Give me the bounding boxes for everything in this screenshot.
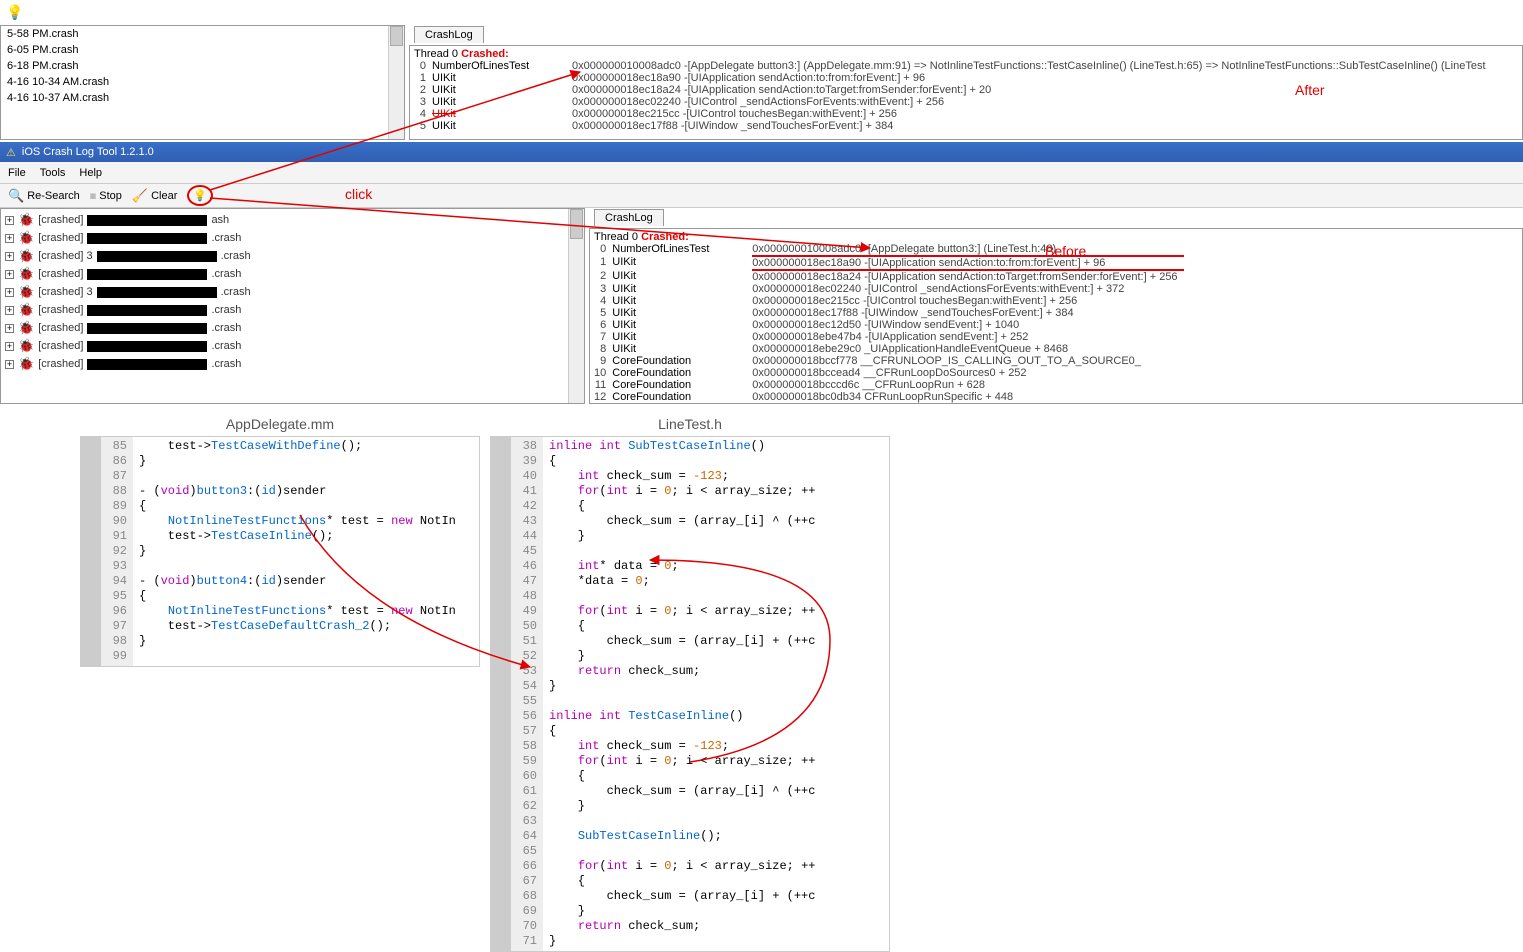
bulb-icon: 💡	[193, 190, 207, 202]
tree-item[interactable]: +🐞[crashed] .crash	[5, 301, 580, 319]
file-list-item[interactable]: 6-18 PM.crash	[1, 58, 404, 74]
bug-icon: 🐞	[18, 302, 34, 318]
bug-icon: 🐞	[18, 248, 34, 264]
redacted	[97, 287, 217, 298]
stack-row[interactable]: 8UIKit0x000000018ebe29c0 _UIApplicationH…	[594, 343, 1184, 355]
redacted	[87, 341, 207, 352]
stack-row[interactable]: 7UIKit0x000000018ebe47b4 -[UIApplication…	[594, 331, 1184, 343]
stack-row[interactable]: 0NumberOfLinesTest0x000000010008adc0 -[A…	[414, 60, 1492, 72]
src2-filename: LineTest.h	[490, 416, 890, 432]
bug-icon: 🐞	[18, 320, 34, 336]
expand-icon[interactable]: +	[5, 288, 14, 297]
bug-icon: 🐞	[18, 212, 34, 228]
redacted	[87, 359, 207, 370]
stack-row[interactable]: 3UIKit0x000000018ec02240 -[UIControl _se…	[594, 283, 1184, 295]
crash-tree-pane: +🐞[crashed] ash+🐞[crashed] .crash+🐞[cras…	[0, 208, 585, 404]
stack-row[interactable]: 2UIKit0x000000018ec18a24 -[UIApplication…	[414, 84, 1492, 96]
tree-item[interactable]: +🐞[crashed] 3.crash	[5, 247, 580, 265]
tree-item[interactable]: +🐞[crashed] 3.crash	[5, 283, 580, 301]
stack-row[interactable]: 5UIKit0x000000018ec17f88 -[UIWindow _sen…	[594, 307, 1184, 319]
expand-icon[interactable]: +	[5, 216, 14, 225]
bug-icon: 🐞	[18, 338, 34, 354]
file-list-pane: 5-58 PM.crash6-05 PM.crash6-18 PM.crash4…	[0, 25, 405, 140]
bulb-icon[interactable]: 💡	[6, 4, 23, 20]
bug-icon: 🐞	[18, 356, 34, 372]
expand-icon[interactable]: +	[5, 360, 14, 369]
redacted	[87, 215, 207, 226]
file-list-item[interactable]: 6-05 PM.crash	[1, 42, 404, 58]
menu-help[interactable]: Help	[79, 167, 102, 179]
bug-icon: 🐞	[18, 266, 34, 282]
expand-icon[interactable]: +	[5, 234, 14, 243]
tab-crashlog[interactable]: CrashLog	[414, 26, 484, 43]
after-crashlog-pane: CrashLog Thread 0 Crashed: 0NumberOfLine…	[409, 45, 1523, 140]
toolbar: 🔍Re-Search ⏹Stop 🧹Clear 💡	[0, 184, 1523, 208]
redacted	[87, 323, 207, 334]
stack-row[interactable]: 6UIKit0x000000018ec12d50 -[UIWindow send…	[594, 319, 1184, 331]
file-list-item[interactable]: 5-58 PM.crash	[1, 26, 404, 42]
tree-item[interactable]: +🐞[crashed] .crash	[5, 265, 580, 283]
tree-item[interactable]: +🐞[crashed] ash	[5, 211, 580, 229]
tree-item[interactable]: +🐞[crashed] .crash	[5, 229, 580, 247]
stop-icon: ⏹	[90, 188, 97, 204]
file-list-item[interactable]: 4-16 10-34 AM.crash	[1, 74, 404, 90]
crash-header: Thread 0 Crashed:	[414, 48, 1518, 60]
tree-item[interactable]: +🐞[crashed] .crash	[5, 319, 580, 337]
redacted	[97, 251, 217, 262]
before-stack-table: 0NumberOfLinesTest0x000000010008adc0 -[A…	[594, 243, 1184, 403]
scrollbar[interactable]	[388, 26, 404, 139]
stack-row[interactable]: 2UIKit0x000000018ec18a24 -[UIApplication…	[594, 270, 1184, 283]
expand-icon[interactable]: +	[5, 324, 14, 333]
stack-row[interactable]: 12CoreFoundation0x000000018bc0db34 CFRun…	[594, 391, 1184, 403]
clear-button[interactable]: 🧹Clear	[132, 188, 177, 204]
bulb-button[interactable]: 💡	[187, 185, 213, 206]
scrollbar[interactable]	[568, 209, 584, 403]
expand-icon[interactable]: +	[5, 342, 14, 351]
menu-tools[interactable]: Tools	[40, 167, 66, 179]
src2-code: 3839404142434445464748495051525354555657…	[490, 436, 890, 952]
crash-header: Thread 0 Crashed:	[594, 231, 1518, 243]
stack-row[interactable]: 9CoreFoundation0x000000018bccf778 __CFRU…	[594, 355, 1184, 367]
titlebar: ⚠ iOS Crash Log Tool 1.2.1.0	[0, 142, 1523, 162]
before-crashlog-pane: CrashLog Thread 0 Crashed: 0NumberOfLine…	[589, 228, 1523, 404]
stack-row[interactable]: 5UIKit0x000000018ec17f88 -[UIWindow _sen…	[414, 120, 1492, 132]
expand-icon[interactable]: +	[5, 270, 14, 279]
after-stack-table: 0NumberOfLinesTest0x000000010008adc0 -[A…	[414, 60, 1492, 132]
stack-row[interactable]: 0NumberOfLinesTest0x000000010008adc0 -[A…	[594, 243, 1184, 256]
search-icon: 🔍	[8, 188, 24, 204]
expand-icon[interactable]: +	[5, 306, 14, 315]
stack-row[interactable]: 4UIKit0x000000018ec215cc -[UIControl tou…	[414, 108, 1492, 120]
stack-row[interactable]: 1UIKit0x000000018ec18a90 -[UIApplication…	[414, 72, 1492, 84]
menubar: File Tools Help	[0, 162, 1523, 184]
tab-crashlog[interactable]: CrashLog	[594, 209, 664, 226]
bug-icon: 🐞	[18, 230, 34, 246]
file-list-item[interactable]: 4-16 10-37 AM.crash	[1, 90, 404, 106]
top-icon-bar: 💡	[0, 0, 1523, 25]
tree-item[interactable]: +🐞[crashed] .crash	[5, 337, 580, 355]
stack-row[interactable]: 4UIKit0x000000018ec215cc -[UIControl tou…	[594, 295, 1184, 307]
stack-row[interactable]: 10CoreFoundation0x000000018bccead4 __CFR…	[594, 367, 1184, 379]
redacted	[87, 233, 207, 244]
app-title: iOS Crash Log Tool 1.2.1.0	[22, 146, 154, 158]
src1-filename: AppDelegate.mm	[80, 416, 480, 432]
stack-row[interactable]: 11CoreFoundation0x000000018bcccd6c __CFR…	[594, 379, 1184, 391]
expand-icon[interactable]: +	[5, 252, 14, 261]
redacted	[87, 305, 207, 316]
tree-item[interactable]: +🐞[crashed] .crash	[5, 355, 580, 373]
bug-icon: 🐞	[18, 284, 34, 300]
stack-row[interactable]: 1UIKit0x000000018ec18a90 -[UIApplication…	[594, 256, 1184, 270]
menu-file[interactable]: File	[8, 167, 26, 179]
stack-row[interactable]: 3UIKit0x000000018ec02240 -[UIControl _se…	[414, 96, 1492, 108]
redacted	[87, 269, 207, 280]
research-button[interactable]: 🔍Re-Search	[8, 188, 80, 204]
broom-icon: 🧹	[132, 188, 148, 204]
warning-icon: ⚠	[6, 146, 16, 159]
src1-code: 858687888990919293949596979899 test->Tes…	[80, 436, 480, 667]
stop-button[interactable]: ⏹Stop	[90, 188, 122, 204]
